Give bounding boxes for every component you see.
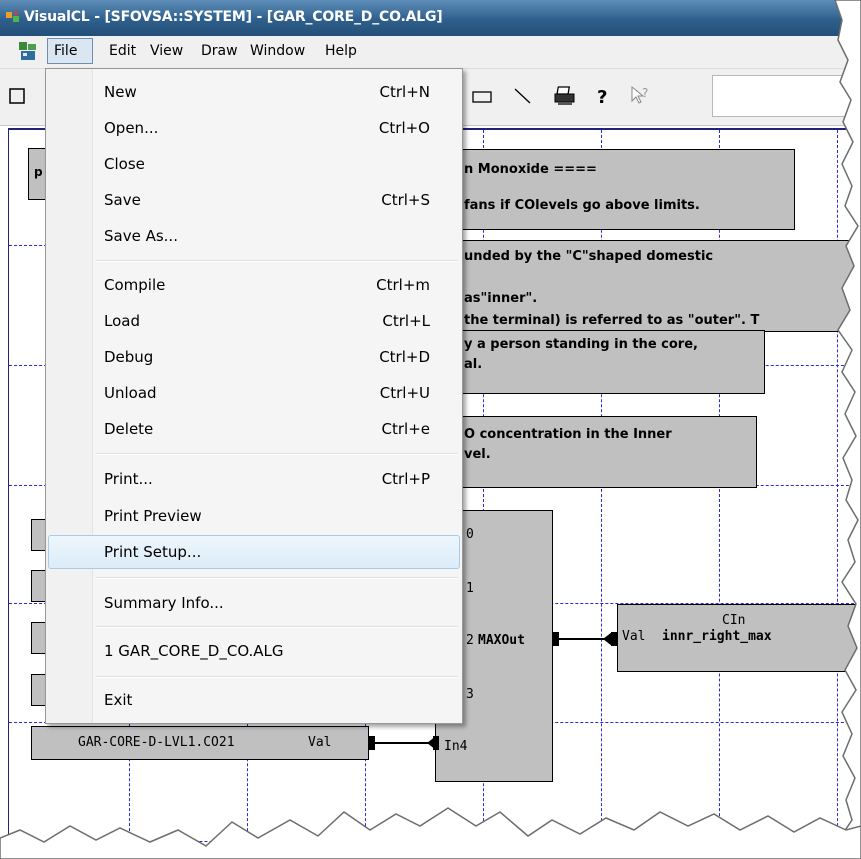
torn-edge-decoration [0, 0, 861, 859]
screenshot: VisualCL - [SFOVSA::SYSTEM] - [GAR_CORE_… [0, 0, 861, 859]
app-window: VisualCL - [SFOVSA::SYSTEM] - [GAR_CORE_… [0, 0, 861, 859]
